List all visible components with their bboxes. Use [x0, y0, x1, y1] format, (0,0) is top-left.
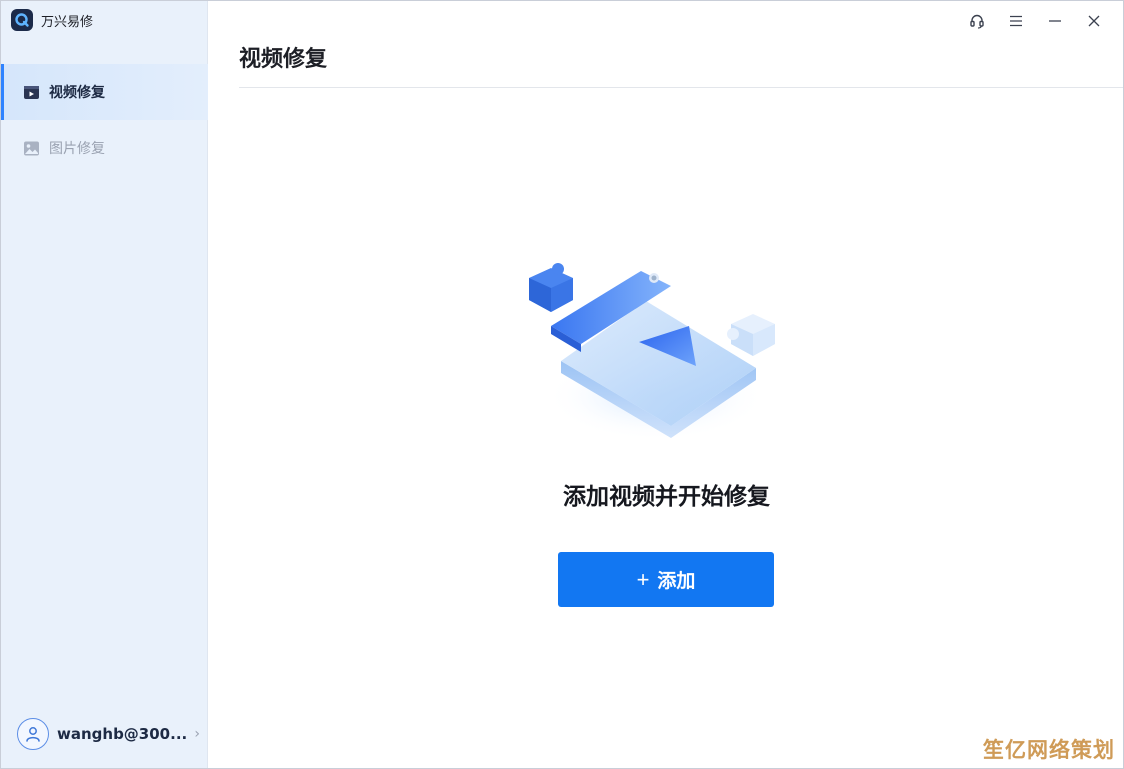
headset-icon: [969, 14, 984, 29]
sidebar-item-image-repair[interactable]: 图片修复: [1, 120, 208, 176]
sidebar-item-video-repair[interactable]: 视频修复: [1, 64, 208, 120]
minimize-button[interactable]: [1035, 7, 1074, 35]
app-title-bar: 万兴易修: [1, 1, 208, 39]
empty-state-message: 添加视频并开始修复: [563, 484, 770, 510]
close-button[interactable]: [1074, 7, 1113, 35]
app-name: 万兴易修: [41, 14, 94, 30]
close-icon: [1088, 15, 1099, 27]
minimize-icon: [1048, 20, 1061, 22]
plus-icon: +: [636, 566, 650, 592]
user-icon: [26, 727, 40, 742]
app-logo-icon: [11, 9, 33, 31]
image-repair-icon: [23, 140, 40, 157]
video-repair-icon: [23, 84, 40, 101]
user-account[interactable]: wanghb@300... ›: [1, 706, 208, 762]
video-repair-illustration: [521, 256, 791, 446]
watermark: 笙亿网络策划: [983, 738, 1115, 762]
add-video-button[interactable]: + 添加: [558, 552, 774, 607]
sidebar-item-label: 视频修复: [49, 85, 105, 101]
app-window: 万兴易修 视频修复 图片修复 wanghb@300... › 视频修复 添加视频…: [0, 0, 1124, 769]
support-button[interactable]: [957, 7, 996, 35]
window-controls: [957, 7, 1113, 35]
avatar: [17, 718, 49, 750]
menu-button[interactable]: [996, 7, 1035, 35]
add-button-label: 添加: [657, 571, 696, 592]
chevron-right-icon: ›: [194, 726, 200, 742]
sidebar-item-label: 图片修复: [49, 141, 105, 157]
header-divider: [239, 87, 1123, 88]
menu-icon: [1009, 15, 1022, 27]
user-name: wanghb@300...: [57, 725, 188, 743]
page-title: 视频修复: [239, 47, 328, 72]
sidebar: 万兴易修 视频修复 图片修复 wanghb@300... ›: [1, 1, 208, 768]
